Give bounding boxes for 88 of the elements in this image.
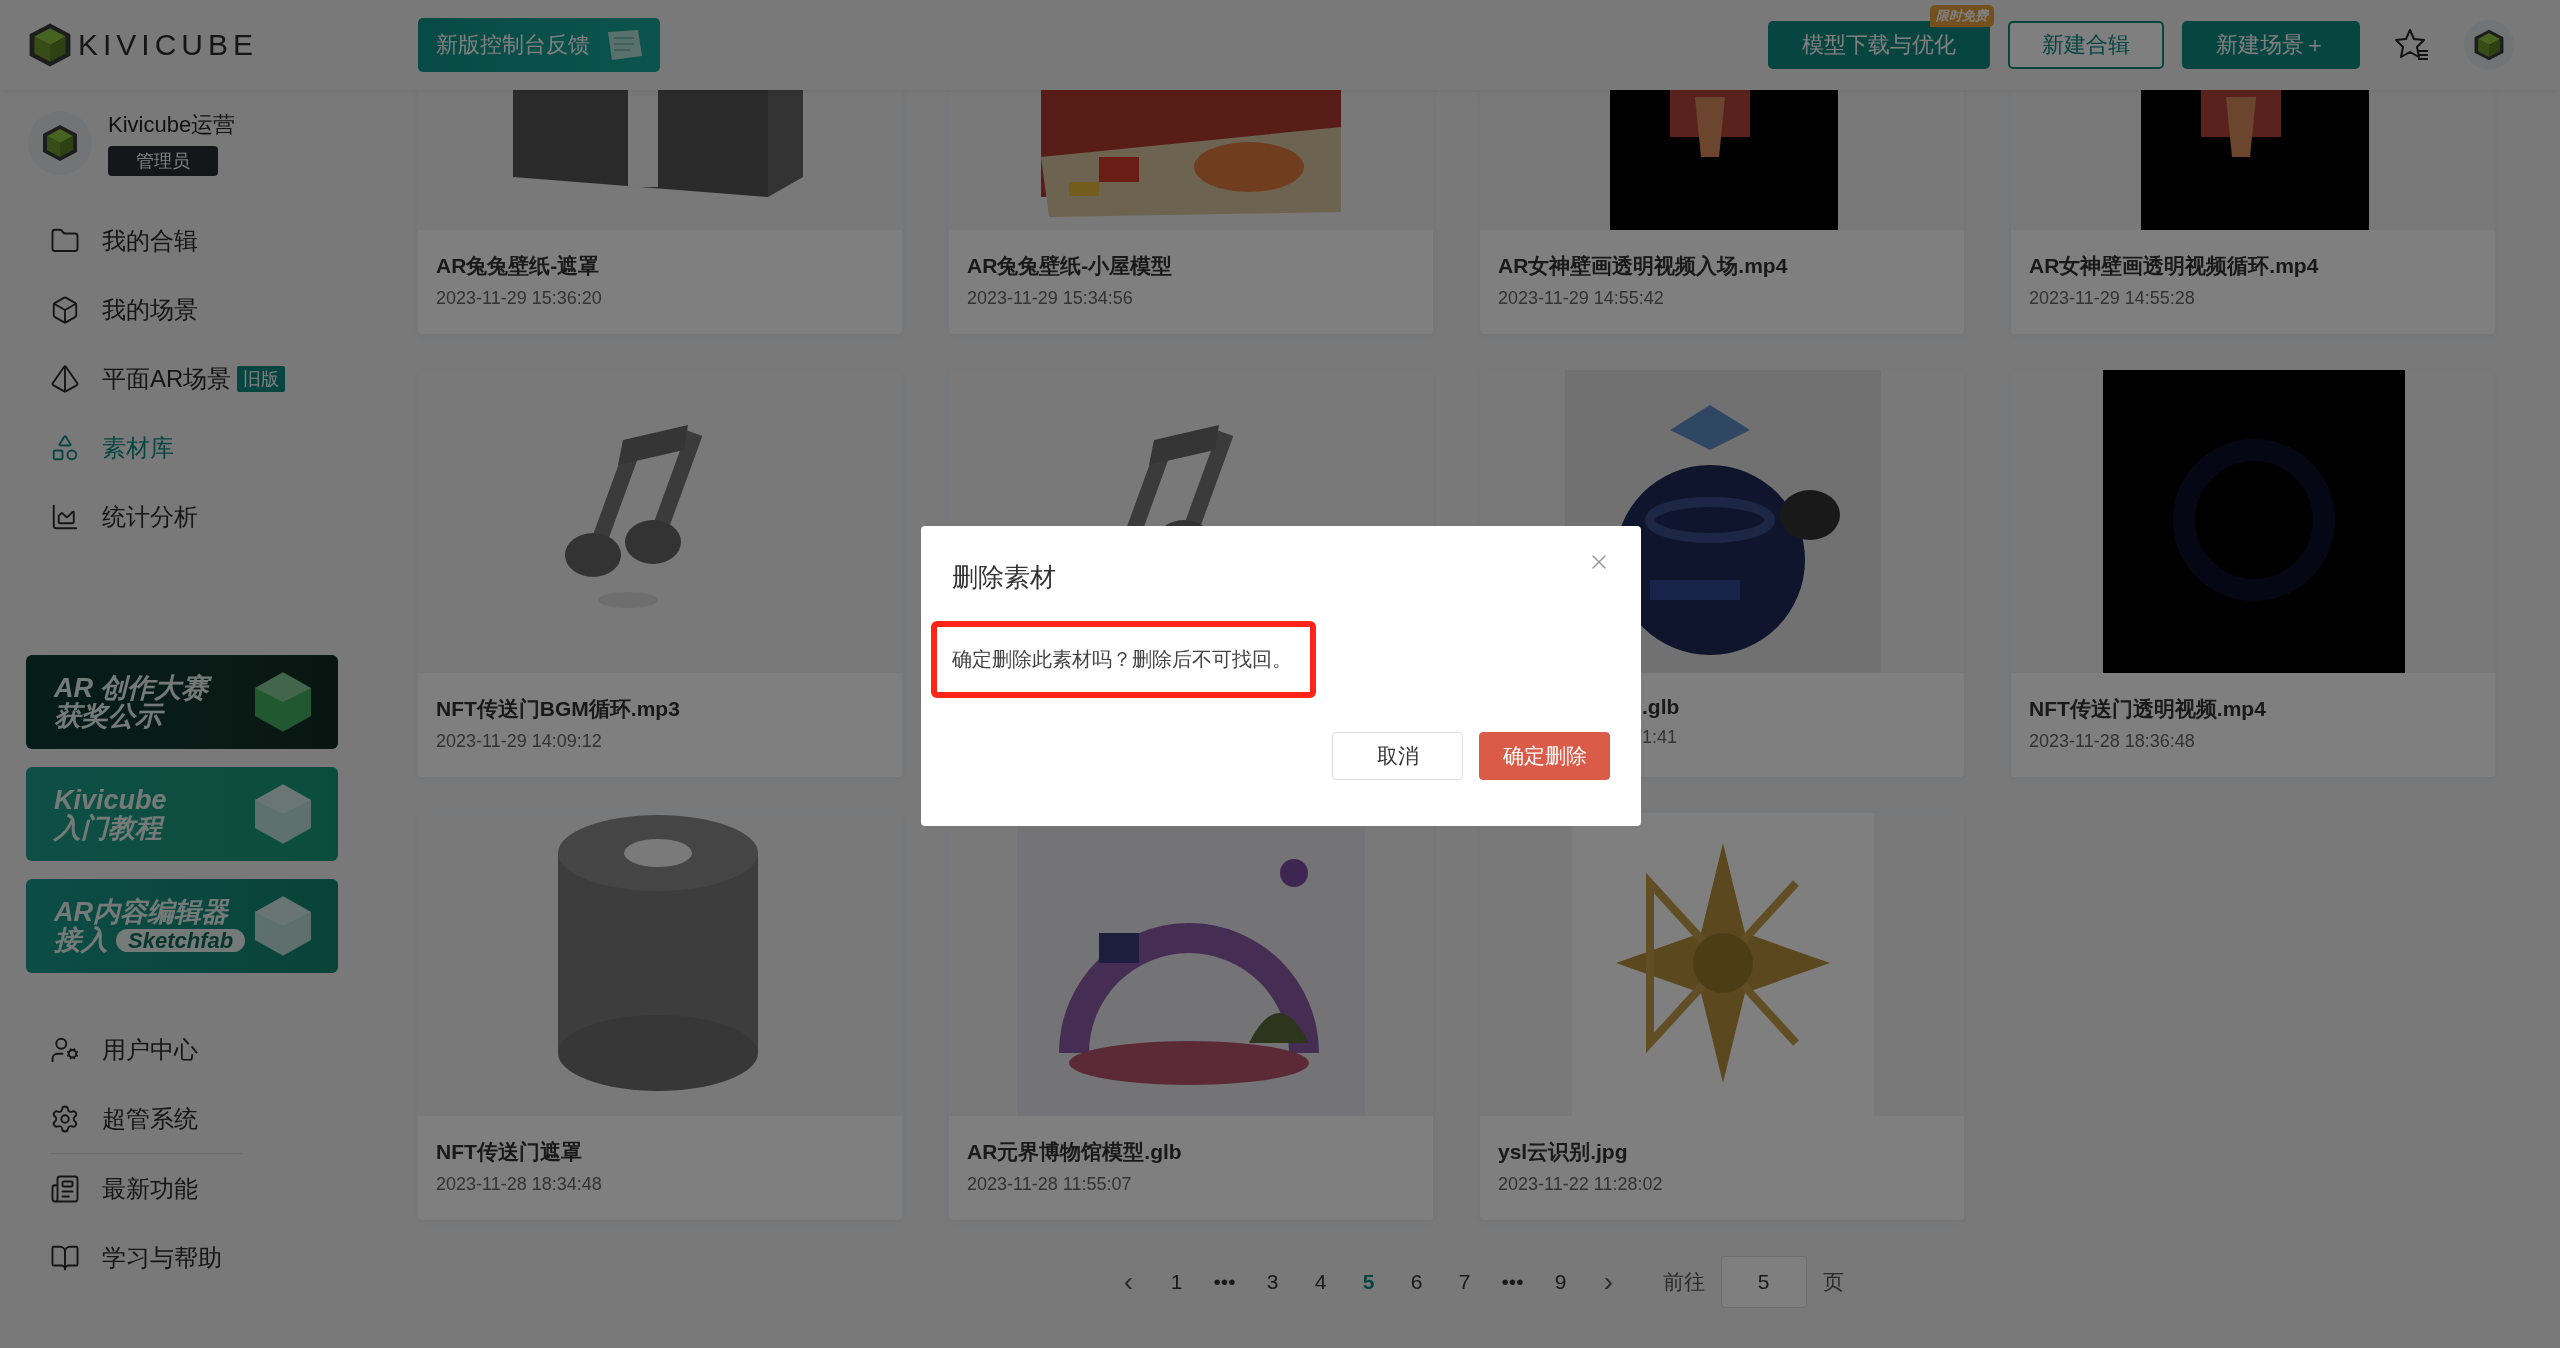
promo-badge: 限时免费 [1930, 5, 1994, 27]
sidebar-item-label: 用户中心 [102, 1034, 198, 1065]
settings-icon [50, 1103, 80, 1134]
shapes-icon [50, 432, 80, 463]
sidebar-item[interactable]: 统计分析 [0, 482, 392, 551]
page-button[interactable]: 7 [1440, 1270, 1489, 1294]
sidebar-item-label: 我的场景 [102, 294, 198, 325]
asset-date: 2023-11-22 11:28:02 [1498, 1174, 1664, 1195]
goto-label: 前往 [1662, 1269, 1705, 1295]
role-badge: 管理员 [108, 146, 218, 176]
asset-date: 1:41 [1642, 727, 1679, 748]
sidebar-item-label: 素材库 [102, 432, 174, 463]
banner-title: Kivicube [54, 785, 167, 814]
feedback-button[interactable]: 新版控制台反馈 [418, 18, 660, 72]
asset-date: 2023-11-29 15:34:56 [967, 288, 1134, 309]
banner-title: AR内容编辑器 [54, 897, 231, 926]
cube-icon [50, 294, 80, 325]
sidebar-item-label: 平面AR场景 [102, 363, 232, 394]
cube-avatar-icon [2472, 28, 2506, 62]
asset-title: AR兔兔壁纸-遮罩 [436, 253, 601, 279]
cancel-button[interactable]: 取消 [1332, 732, 1463, 780]
next-page-button[interactable]: › [1584, 1266, 1633, 1298]
sidebar-item-label: 学习与帮助 [102, 1242, 222, 1273]
asset-card[interactable]: NFT传送门遮罩 2023-11-28 18:34:48 [418, 813, 902, 1220]
promo-banner[interactable]: AR内容编辑器 接入 Sketchfab [26, 879, 338, 973]
asset-title: AR元界博物馆模型.glb [967, 1139, 1183, 1165]
asset-card[interactable]: AR女神壁画透明视频入场.mp4 2023-11-29 14:55:42 [1480, 90, 1964, 334]
asset-date: 2023-11-29 14:09:12 [436, 731, 603, 752]
page-input[interactable]: 5 [1720, 1256, 1807, 1308]
asset-date: 2023-11-29 14:55:28 [2029, 288, 2196, 309]
sidebar-item-label: 最新功能 [102, 1173, 198, 1204]
dialog-title: 删除素材 [952, 561, 1056, 594]
asset-card[interactable]: AR女神壁画透明视频循环.mp4 2023-11-29 14:55:28 [2011, 90, 2495, 334]
sidebar-item-label: 我的合辑 [102, 225, 198, 256]
asset-date: 2023-11-28 18:34:48 [436, 1174, 603, 1195]
promo-banner[interactable]: AR 创作大赛 获奖公示 [26, 655, 338, 749]
banner-subtitle: 接入 [54, 926, 108, 955]
promo-banner[interactable]: Kivicube 入门教程 [26, 767, 338, 861]
legacy-tag: 旧版 [237, 365, 286, 392]
sidebar-item[interactable]: 最新功能 [0, 1154, 392, 1223]
header-button[interactable]: 新建场景＋ [2182, 21, 2360, 69]
page-button[interactable]: 3 [1248, 1270, 1297, 1294]
page-button[interactable]: ••• [1488, 1270, 1537, 1294]
asset-title: NFT传送门透明视频.mp4 [2029, 696, 2267, 722]
asset-title: AR女神壁画透明视频循环.mp4 [2029, 253, 2320, 279]
sidebar-item-label: 超管系统 [102, 1103, 198, 1134]
dialog-message: 确定删除此素材吗？删除后不可找回。 [952, 647, 1292, 672]
asset-title: NFT传送门BGM循环.mp3 [436, 696, 681, 722]
pyramid-icon [50, 363, 80, 394]
page-button[interactable]: 1 [1152, 1270, 1201, 1294]
asset-date: 2023-11-28 11:55:07 [967, 1174, 1133, 1195]
sidebar-item[interactable]: 我的场景 [0, 275, 392, 344]
sidebar-item[interactable]: 素材库 [0, 413, 392, 482]
asset-card[interactable]: ysl云识别.jpg 2023-11-22 11:28:02 [1480, 813, 1964, 1220]
asset-date: 2023-11-28 18:36:48 [2029, 731, 2196, 752]
cube-avatar-icon [40, 123, 80, 163]
confirm-delete-button[interactable]: 确定删除 [1479, 732, 1610, 780]
sidebar-item-label: 统计分析 [102, 501, 198, 532]
header-button[interactable]: 新建合辑 [2008, 21, 2164, 69]
newspaper-icon [50, 1173, 80, 1204]
asset-title: .glb [1642, 695, 1681, 719]
logo-text: KIVICUBE [78, 28, 259, 62]
page-button[interactable]: 5 [1344, 1270, 1393, 1294]
prev-page-button[interactable]: ‹ [1104, 1266, 1153, 1298]
sidebar-item[interactable]: 超管系统 [0, 1084, 392, 1153]
asset-card[interactable]: AR兔兔壁纸-小屋模型 2023-11-29 15:34:56 [949, 90, 1433, 334]
asset-title: AR兔兔壁纸-小屋模型 [967, 253, 1174, 279]
page-suffix: 页 [1822, 1269, 1844, 1295]
asset-title: ysl云识别.jpg [1498, 1139, 1629, 1165]
asset-title: AR女神壁画透明视频入场.mp4 [1498, 253, 1789, 279]
header-button[interactable]: 模型下载与优化 [1768, 21, 1990, 69]
page-button[interactable]: ••• [1200, 1270, 1249, 1294]
page-button[interactable]: 4 [1296, 1270, 1345, 1294]
asset-card[interactable]: AR兔兔壁纸-遮罩 2023-11-29 15:36:20 [418, 90, 902, 334]
sidebar-item[interactable]: 我的合辑 [0, 206, 392, 275]
asset-date: 2023-11-29 15:36:20 [436, 288, 603, 309]
page-button[interactable]: 6 [1392, 1270, 1441, 1294]
asset-title: NFT传送门遮罩 [436, 1139, 583, 1165]
favorites-icon[interactable] [2394, 27, 2430, 63]
sidebar-item[interactable]: 平面AR场景 旧版 [0, 344, 392, 413]
asset-date: 2023-11-29 14:55:42 [1498, 288, 1665, 309]
asset-card[interactable]: NFT传送门透明视频.mp4 2023-11-28 18:36:48 [2011, 370, 2495, 777]
asset-card[interactable]: NFT传送门BGM循环.mp3 2023-11-29 14:09:12 [418, 370, 902, 777]
sidebar-item[interactable]: 用户中心 [0, 1015, 392, 1084]
page-button[interactable]: 9 [1536, 1270, 1585, 1294]
banner-pill: Sketchfab [116, 928, 246, 952]
sidebar-item[interactable]: 学习与帮助 [0, 1223, 392, 1292]
user-name: Kivicube运营 [108, 111, 236, 139]
